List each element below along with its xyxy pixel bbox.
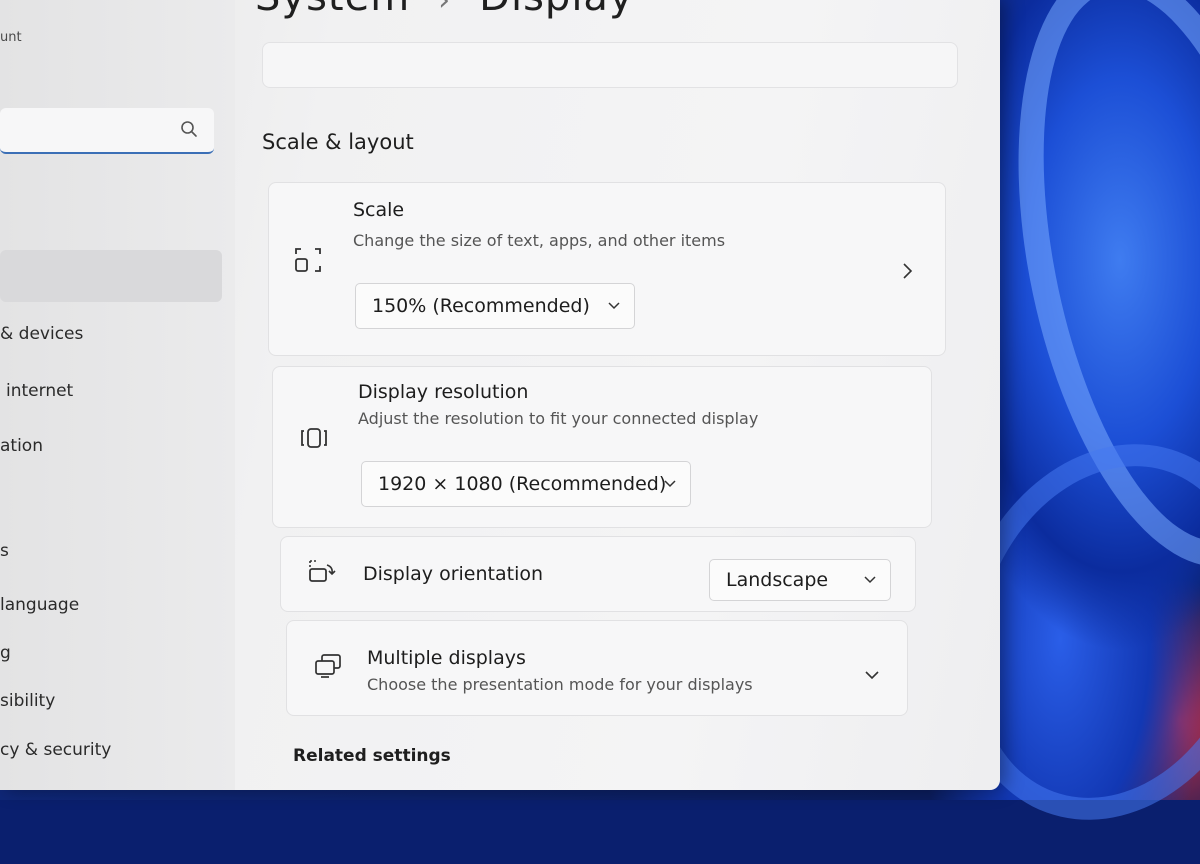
chevron-down-icon <box>608 302 620 310</box>
sidebar-item-system-selected[interactable] <box>0 250 222 302</box>
breadcrumb-parent[interactable]: System <box>255 0 410 20</box>
related-settings-heading: Related settings <box>293 746 451 766</box>
orientation-icon <box>307 557 337 587</box>
scale-dropdown-value: 150% (Recommended) <box>372 295 590 317</box>
sidebar-item-apps[interactable]: s <box>0 541 9 561</box>
display-top-card[interactable] <box>262 42 958 88</box>
orientation-title: Display orientation <box>363 563 544 585</box>
chevron-down-icon[interactable] <box>865 671 879 680</box>
resolution-dropdown[interactable]: 1920 × 1080 (Recommended) <box>361 461 691 507</box>
chevron-down-icon <box>664 480 676 488</box>
sidebar-item-privacy-security[interactable]: cy & security <box>0 740 111 760</box>
sidebar-item-gaming[interactable]: g <box>0 643 11 663</box>
account-label: unt <box>0 30 22 45</box>
scale-dropdown[interactable]: 150% (Recommended) <box>355 283 635 329</box>
sidebar-item-network-internet[interactable]: internet <box>6 381 73 401</box>
breadcrumb-separator: › <box>438 0 452 18</box>
resolution-icon <box>299 423 329 453</box>
chevron-right-icon[interactable] <box>903 263 913 279</box>
scale-subtitle: Change the size of text, apps, and other… <box>353 231 726 250</box>
orientation-dropdown[interactable]: Landscape <box>709 559 891 601</box>
section-title: Scale & layout <box>262 130 414 154</box>
sidebar-item-personalization[interactable]: ation <box>0 436 43 456</box>
orientation-dropdown-value: Landscape <box>726 569 829 591</box>
sidebar-item-bluetooth-devices[interactable]: & devices <box>0 324 83 344</box>
multiple-displays-icon <box>313 651 343 681</box>
scale-title: Scale <box>353 199 405 221</box>
chevron-down-icon <box>864 576 876 584</box>
search-icon[interactable] <box>180 120 198 138</box>
settings-window: unt & devices internet ation s language … <box>0 0 1000 790</box>
resolution-title: Display resolution <box>358 381 529 403</box>
breadcrumb: System › Display <box>255 0 634 20</box>
search-input[interactable] <box>0 108 214 154</box>
sidebar-item-time-language[interactable]: language <box>0 595 79 615</box>
orientation-card[interactable]: Display orientation Landscape <box>280 536 916 612</box>
multiple-displays-card[interactable]: Multiple displays Choose the presentatio… <box>286 620 908 716</box>
sidebar: unt & devices internet ation s language … <box>0 0 235 790</box>
multiple-displays-subtitle: Choose the presentation mode for your di… <box>367 675 753 694</box>
resolution-card[interactable]: Display resolution Adjust the resolution… <box>272 366 932 528</box>
page-title: Display <box>479 0 633 20</box>
resolution-dropdown-value: 1920 × 1080 (Recommended) <box>378 473 667 495</box>
resolution-subtitle: Adjust the resolution to fit your connec… <box>358 409 759 428</box>
multiple-displays-title: Multiple displays <box>367 647 526 669</box>
scale-card[interactable]: Scale Change the size of text, apps, and… <box>268 182 946 356</box>
scale-icon <box>293 245 323 275</box>
sidebar-item-accessibility[interactable]: sibility <box>0 691 55 711</box>
